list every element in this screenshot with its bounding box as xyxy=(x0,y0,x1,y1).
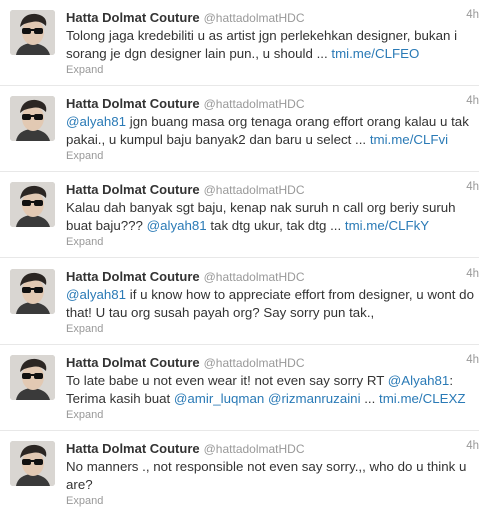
tweet-timeline: Hatta Dolmat Couture @hattadolmatHDC 4h T… xyxy=(0,0,479,512)
tweet-text: Kalau dah banyak sgt baju, kenap nak sur… xyxy=(66,199,479,235)
text-segment: are? xyxy=(66,477,93,492)
tweet-text: To late babe u not even wear it! not eve… xyxy=(66,372,479,408)
mention-link[interactable]: @alyah81 xyxy=(147,218,207,233)
text-segment: To late babe u not even wear it! not eve… xyxy=(66,373,388,388)
mention-link[interactable]: @amir_luqman xyxy=(174,391,264,406)
expand-link[interactable]: Expand xyxy=(66,409,103,421)
text-segment: that! U tau org susah payah org? Say sor… xyxy=(66,305,375,320)
tweet-text: @alyah81 if u know how to appreciate eff… xyxy=(66,286,479,322)
tweet-text-line: pakai., u kumpul baju banyak2 dan baru u… xyxy=(66,131,479,149)
username-link[interactable]: @hattadolmatHDC xyxy=(204,11,305,25)
timestamp-link[interactable]: 4h xyxy=(466,95,479,107)
url-link[interactable]: tmi.me/CLFkY xyxy=(345,218,429,233)
tweet-text-line: Terima kasih buat @amir_luqman @rizmanru… xyxy=(66,390,479,408)
fullname-link[interactable]: Hatta Dolmat Couture xyxy=(66,355,200,370)
tweet-text-line: To late babe u not even wear it! not eve… xyxy=(66,372,479,390)
tweet-item[interactable]: Hatta Dolmat Couture @hattadolmatHDC 4h @… xyxy=(0,86,479,172)
mention-link[interactable]: @alyah81 xyxy=(66,114,126,129)
avatar[interactable] xyxy=(10,441,55,486)
tweet-text-line: @alyah81 jgn buang masa org tenaga orang… xyxy=(66,113,479,131)
profile-photo-icon xyxy=(10,96,55,141)
tweet-item[interactable]: Hatta Dolmat Couture @hattadolmatHDC 4h K… xyxy=(0,172,479,258)
tweet-header: Hatta Dolmat Couture @hattadolmatHDC 4h xyxy=(66,354,479,372)
text-segment: Kalau dah banyak sgt baju, kenap nak sur… xyxy=(66,200,456,215)
tweet-header: Hatta Dolmat Couture @hattadolmatHDC 4h xyxy=(66,268,479,286)
tweet-text-line: Tolong jaga kredebiliti u as artist jgn … xyxy=(66,27,479,45)
mention-link[interactable]: @rizmanruzaini xyxy=(268,391,361,406)
username-link[interactable]: @hattadolmatHDC xyxy=(204,97,305,111)
username-link[interactable]: @hattadolmatHDC xyxy=(204,356,305,370)
timestamp-link[interactable]: 4h xyxy=(466,9,479,21)
avatar[interactable] xyxy=(10,355,55,400)
text-segment: sorang je dgn designer lain pun., u shou… xyxy=(66,46,332,61)
tweet-text: Tolong jaga kredebiliti u as artist jgn … xyxy=(66,27,479,63)
profile-photo-icon xyxy=(10,10,55,55)
timestamp-link[interactable]: 4h xyxy=(466,440,479,452)
text-segment: : xyxy=(449,373,454,388)
profile-photo-icon xyxy=(10,355,55,400)
username-link[interactable]: @hattadolmatHDC xyxy=(204,442,305,456)
avatar[interactable] xyxy=(10,182,55,227)
username-link[interactable]: @hattadolmatHDC xyxy=(204,270,305,284)
url-link[interactable]: tmi.me/CLEXZ xyxy=(379,391,465,406)
timestamp-link[interactable]: 4h xyxy=(466,268,479,280)
tweet-text-line: @alyah81 if u know how to appreciate eff… xyxy=(66,286,479,304)
username-link[interactable]: @hattadolmatHDC xyxy=(204,183,305,197)
text-segment: buat baju??? xyxy=(66,218,147,233)
tweet-header: Hatta Dolmat Couture @hattadolmatHDC 4h xyxy=(66,95,479,113)
expand-link[interactable]: Expand xyxy=(66,323,103,335)
profile-photo-icon xyxy=(10,441,55,486)
expand-link[interactable]: Expand xyxy=(66,236,103,248)
tweet-text: @alyah81 jgn buang masa org tenaga orang… xyxy=(66,113,479,149)
tweet-text-line: No manners ., not responsible not even s… xyxy=(66,458,479,476)
fullname-link[interactable]: Hatta Dolmat Couture xyxy=(66,269,200,284)
mention-link[interactable]: @alyah81 xyxy=(66,287,126,302)
avatar[interactable] xyxy=(10,96,55,141)
fullname-link[interactable]: Hatta Dolmat Couture xyxy=(66,10,200,25)
tweet-item[interactable]: Hatta Dolmat Couture @hattadolmatHDC 4h T… xyxy=(0,345,479,431)
expand-link[interactable]: Expand xyxy=(66,495,103,507)
fullname-link[interactable]: Hatta Dolmat Couture xyxy=(66,96,200,111)
tweet-text-line: Kalau dah banyak sgt baju, kenap nak sur… xyxy=(66,199,479,217)
tweet-item[interactable]: Hatta Dolmat Couture @hattadolmatHDC 4h @… xyxy=(0,259,479,345)
tweet-text-line: sorang je dgn designer lain pun., u shou… xyxy=(66,45,479,63)
url-link[interactable]: tmi.me/CLFEO xyxy=(331,46,419,61)
fullname-link[interactable]: Hatta Dolmat Couture xyxy=(66,441,200,456)
fullname-link[interactable]: Hatta Dolmat Couture xyxy=(66,182,200,197)
expand-link[interactable]: Expand xyxy=(66,150,103,162)
timestamp-link[interactable]: 4h xyxy=(466,181,479,193)
avatar[interactable] xyxy=(10,10,55,55)
text-segment: Tolong jaga kredebiliti u as artist jgn … xyxy=(66,28,458,43)
profile-photo-icon xyxy=(10,269,55,314)
text-segment: Terima kasih buat xyxy=(66,391,174,406)
tweet-header: Hatta Dolmat Couture @hattadolmatHDC 4h xyxy=(66,440,479,458)
url-link[interactable]: tmi.me/CLFvi xyxy=(370,132,448,147)
tweet-header: Hatta Dolmat Couture @hattadolmatHDC 4h xyxy=(66,181,479,199)
expand-link[interactable]: Expand xyxy=(66,64,103,76)
text-segment: pakai., u kumpul baju banyak2 dan baru u… xyxy=(66,132,370,147)
tweet-text-line: are? xyxy=(66,476,479,494)
text-segment: jgn buang masa org tenaga orang effort o… xyxy=(126,114,469,129)
text-segment: No manners ., not responsible not even s… xyxy=(66,459,467,474)
mention-link[interactable]: @Alyah81 xyxy=(388,373,450,388)
timestamp-link[interactable]: 4h xyxy=(466,354,479,366)
text-segment: tak dtg ukur, tak dtg ... xyxy=(206,218,345,233)
avatar[interactable] xyxy=(10,269,55,314)
tweet-item[interactable]: Hatta Dolmat Couture @hattadolmatHDC 4h T… xyxy=(0,0,479,86)
tweet-text-line: that! U tau org susah payah org? Say sor… xyxy=(66,304,479,322)
tweet-text-line: buat baju??? @alyah81 tak dtg ukur, tak … xyxy=(66,217,479,235)
profile-photo-icon xyxy=(10,182,55,227)
tweet-item[interactable]: Hatta Dolmat Couture @hattadolmatHDC 4h N… xyxy=(0,431,479,512)
text-segment: ... xyxy=(360,391,380,406)
tweet-text: No manners ., not responsible not even s… xyxy=(66,458,479,494)
text-segment: if u know how to appreciate effort from … xyxy=(126,287,474,302)
tweet-header: Hatta Dolmat Couture @hattadolmatHDC 4h xyxy=(66,9,479,27)
